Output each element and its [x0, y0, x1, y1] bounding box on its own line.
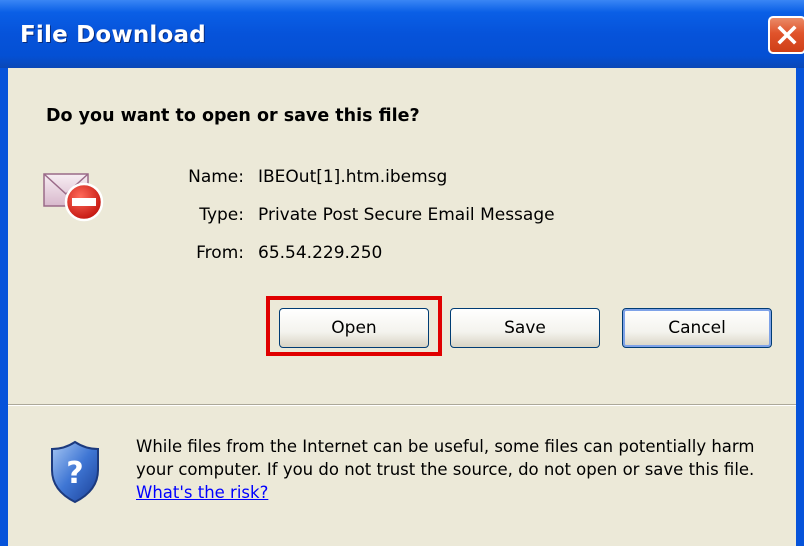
- title-bar[interactable]: File Download: [0, 0, 804, 68]
- blocked-envelope-icon: [43, 173, 104, 222]
- type-value: Private Post Secure Email Message: [258, 205, 555, 225]
- question-text: Do you want to open or save this file?: [46, 106, 420, 126]
- dialog-body: Do you want to open or save this file? N…: [8, 68, 796, 546]
- save-button[interactable]: Save: [450, 308, 600, 348]
- svg-text:?: ?: [66, 456, 83, 491]
- type-label: Type:: [199, 205, 244, 225]
- name-value: IBEOut[1].htm.ibemsg: [258, 167, 448, 187]
- cancel-button[interactable]: Cancel: [622, 308, 772, 348]
- divider: [8, 404, 796, 406]
- window-frame-left: [0, 68, 8, 546]
- dialog-title: File Download: [20, 22, 206, 48]
- name-label: Name:: [188, 167, 244, 187]
- file-download-dialog: File Download Do you want to open or sav…: [0, 0, 804, 546]
- warning-text: While files from the Internet can be use…: [136, 437, 755, 479]
- from-label: From:: [196, 243, 244, 263]
- window-frame-right: [796, 68, 804, 546]
- security-warning: While files from the Internet can be use…: [136, 435, 786, 504]
- security-shield-icon: ?: [51, 440, 99, 504]
- whats-the-risk-link[interactable]: What's the risk?: [136, 483, 268, 502]
- from-value: 65.54.229.250: [258, 243, 383, 263]
- open-button[interactable]: Open: [279, 308, 429, 348]
- close-button[interactable]: [768, 16, 804, 54]
- close-icon: [777, 25, 797, 45]
